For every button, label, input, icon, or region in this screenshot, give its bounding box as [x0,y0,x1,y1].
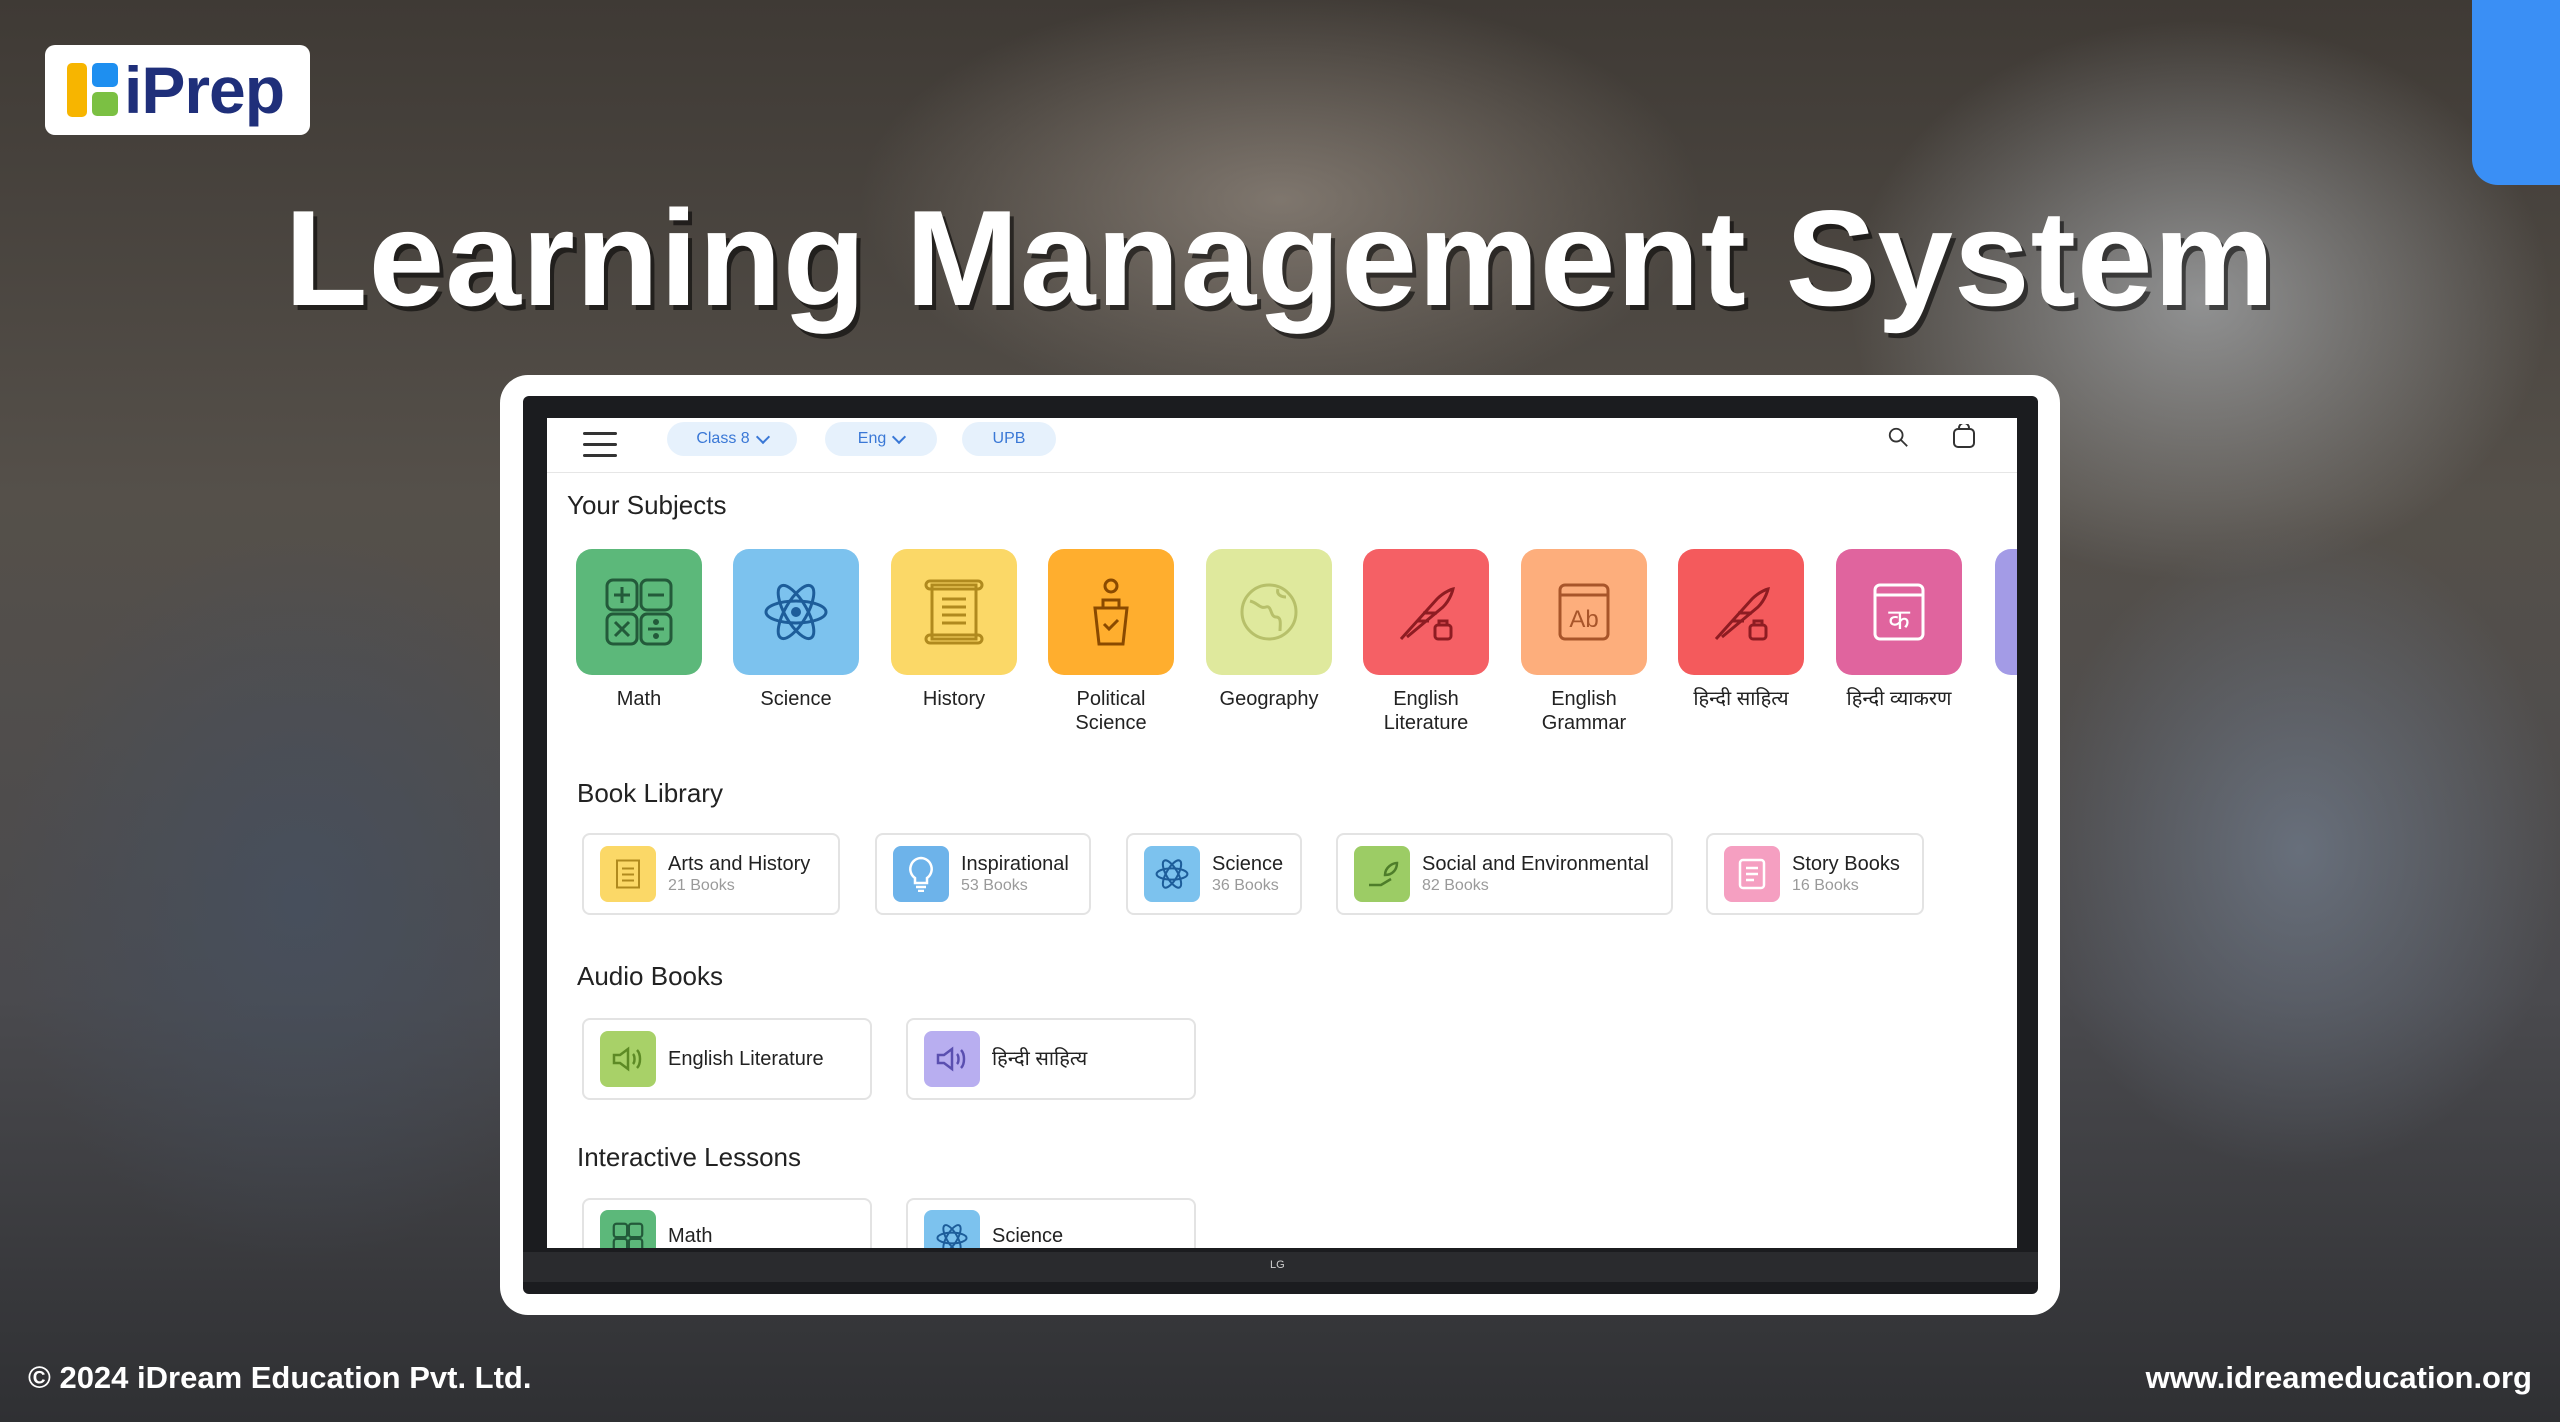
atom-icon [924,1210,980,1248]
subjects-title: Your Subjects [567,490,727,520]
board-selector[interactable]: UPB [962,422,1056,456]
subject-english-literature[interactable]: English Literature [1363,549,1489,735]
podium-icon [1048,549,1174,675]
subject-science[interactable]: Science [733,549,859,711]
subject-geography[interactable]: Geography [1206,549,1332,711]
audio-card-title: हिन्दी साहित्य [992,1048,1088,1070]
library-card-title: Science [1212,853,1284,875]
lesson-card-title: Science [992,1225,1064,1247]
subject-label: History [922,688,986,710]
subject-label: Math [616,688,662,710]
library-card-count: 16 Books [1792,877,1859,894]
quill-icon [1363,549,1489,675]
lesson-card-science[interactable]: Science [906,1198,1196,1248]
library-card-title: Story Books [1792,853,1900,875]
subject-history[interactable]: History [891,549,1017,711]
hindi-book-icon: क [1836,549,1962,675]
copyright-text: © 2024 iDream Education Pvt. Ltd. [28,1360,532,1395]
lesson-card-math[interactable]: Math [582,1198,872,1248]
language-selector[interactable]: Eng [825,422,937,456]
logo-mark-icon [67,63,118,117]
website-link[interactable]: www.idreameducation.org [2146,1360,2532,1396]
library-card-social-environmental[interactable]: Social and Environmental 82 Books [1336,833,1673,915]
board-selector-label: UPB [992,430,1026,447]
library-card-story-books[interactable]: Story Books 16 Books [1706,833,1924,915]
app-topbar: Class 8 Eng UPB [547,418,2017,473]
logo-text: iPrep [124,53,285,127]
plant-icon [1354,846,1410,902]
subject-english-grammar[interactable]: Ab English Grammar [1521,549,1647,735]
library-title: Book Library [577,778,723,808]
calculator-icon [600,1210,656,1248]
corner-accent [2472,0,2560,185]
device-brand: LG [1270,1259,1285,1271]
class-selector[interactable]: Class 8 [667,422,797,456]
library-card-inspirational[interactable]: Inspirational 53 Books [875,833,1091,915]
quill-icon [1678,549,1804,675]
library-card-count: 36 Books [1212,877,1279,894]
subject-tile-partial [1995,549,2017,675]
search-icon[interactable] [1887,426,1909,448]
subject-label: Science [760,688,832,710]
library-card-title: Social and Environmental [1422,853,1649,875]
calculator-icon [576,549,702,675]
grammar-book-icon: Ab [1521,549,1647,675]
scroll-icon [600,846,656,902]
subject-label: English Literature [1383,688,1469,734]
subject-hindi-vyakaran[interactable]: क हिन्दी व्याकरण [1836,549,1962,711]
bag-icon[interactable] [1951,424,1977,450]
atom-icon [1144,846,1200,902]
menu-icon[interactable] [583,432,617,458]
svg-text:क: क [1888,603,1910,636]
library-card-title: Arts and History [668,853,811,875]
subject-partial[interactable] [1995,549,2017,675]
app-screen: Class 8 Eng UPB Your Subjects Math Scien… [547,418,2017,1248]
subject-label: Political Science [1075,688,1147,734]
audio-card-title: English Literature [668,1048,824,1070]
class-selector-label: Class 8 [696,430,750,447]
library-card-science[interactable]: Science 36 Books [1126,833,1302,915]
subject-label: Geography [1219,688,1319,710]
library-card-count: 53 Books [961,877,1028,894]
globe-icon [1206,549,1332,675]
library-card-count: 82 Books [1422,877,1489,894]
book-icon [1724,846,1780,902]
library-card-count: 21 Books [668,877,735,894]
scroll-icon [891,549,1017,675]
audio-title: Audio Books [577,961,723,991]
subject-label: हिन्दी साहित्य [1693,688,1789,710]
chevron-down-icon [892,429,907,445]
subject-hindi-sahitya[interactable]: हिन्दी साहित्य [1678,549,1804,711]
lesson-card-title: Math [668,1225,713,1247]
subject-label: हिन्दी व्याकरण [1846,688,1952,710]
bulb-icon [893,846,949,902]
page-title: Learning Management System [284,182,2276,334]
library-card-arts-history[interactable]: Arts and History 21 Books [582,833,840,915]
chevron-down-icon [755,429,770,445]
iprep-logo: iPrep [45,45,310,135]
subject-political-science[interactable]: Political Science [1048,549,1174,735]
svg-text:Ab: Ab [1569,606,1598,633]
subject-label: English Grammar [1541,688,1627,734]
language-selector-label: Eng [857,430,887,447]
lessons-title: Interactive Lessons [577,1142,802,1172]
library-card-title: Inspirational [961,853,1069,875]
speaker-icon [924,1031,980,1087]
speaker-icon [600,1031,656,1087]
subject-math[interactable]: Math [576,549,702,711]
audio-card-english-literature[interactable]: English Literature [582,1018,872,1100]
atom-icon [733,549,859,675]
audio-card-hindi-sahitya[interactable]: हिन्दी साहित्य [906,1018,1196,1100]
